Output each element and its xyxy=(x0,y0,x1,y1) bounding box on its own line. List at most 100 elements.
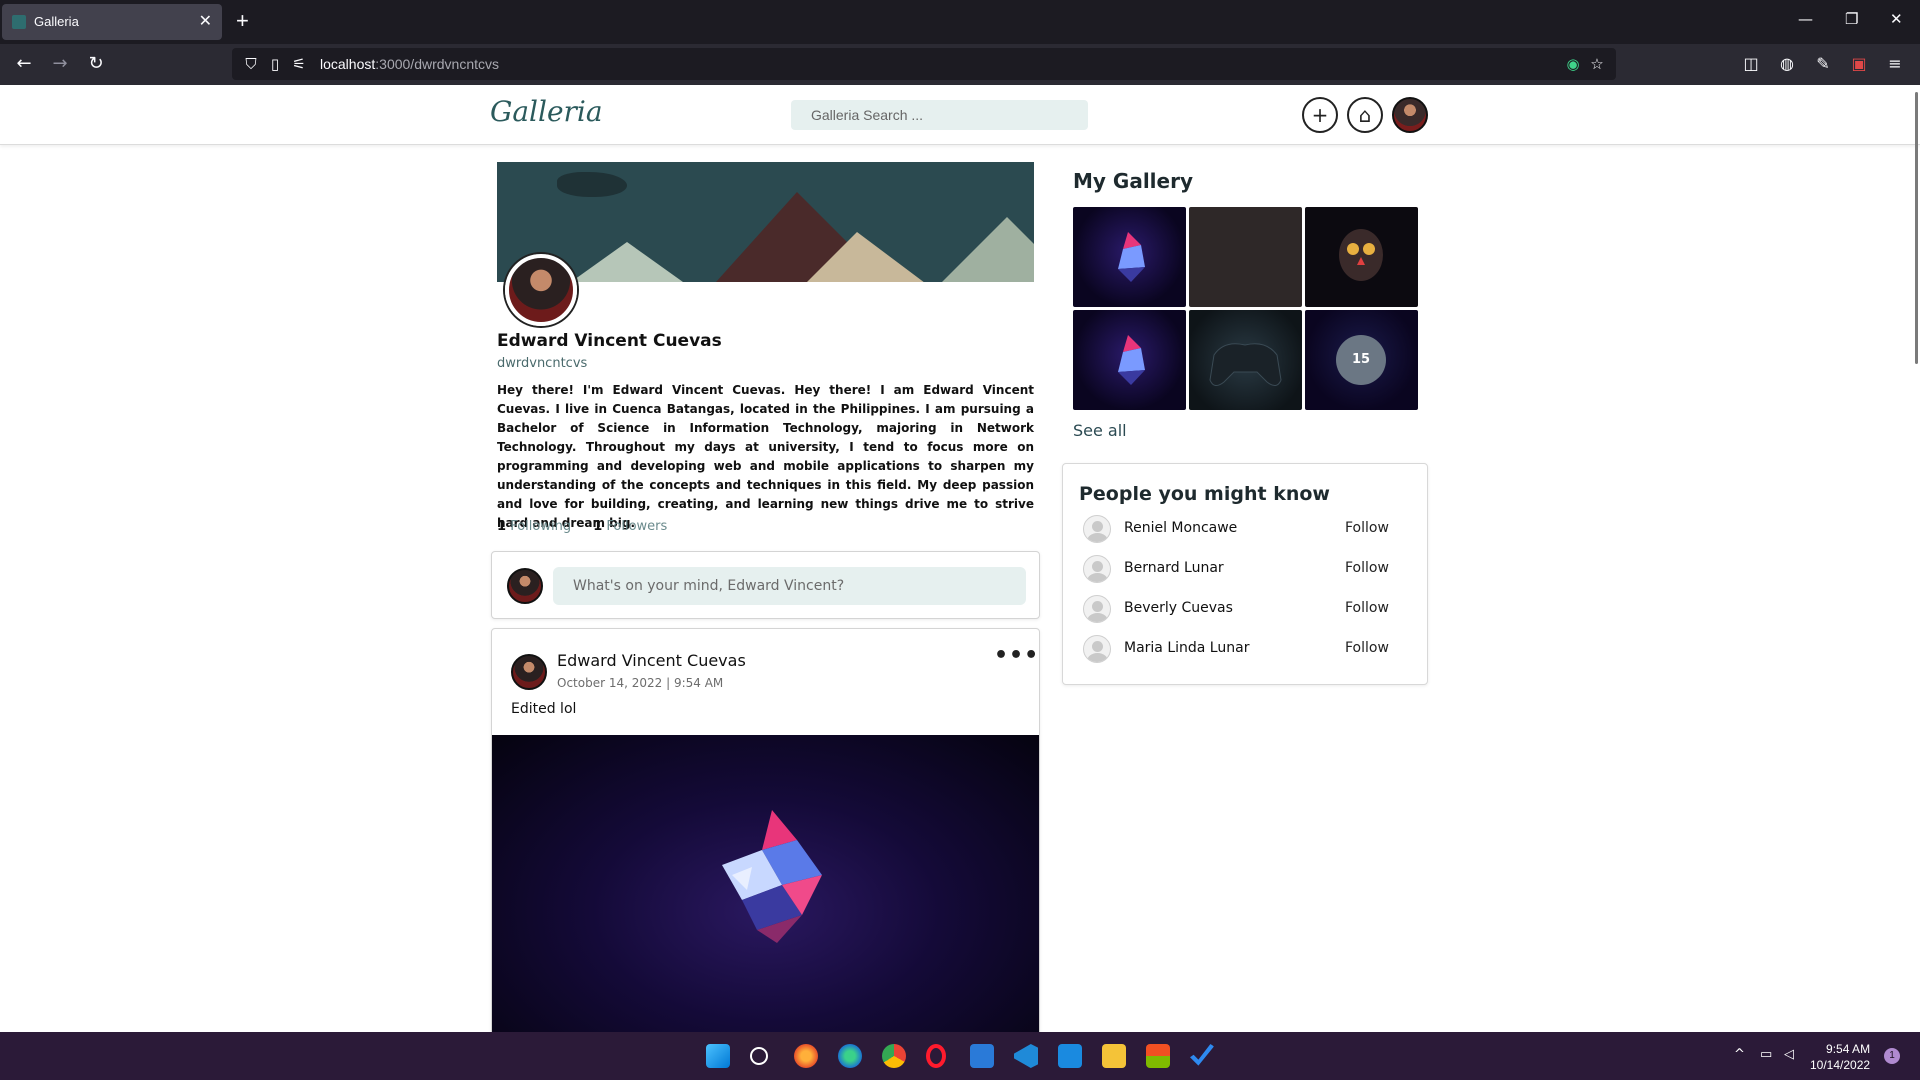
search-input[interactable] xyxy=(791,100,1088,130)
person-name[interactable]: Beverly Cuevas xyxy=(1124,600,1233,616)
profile-avatar[interactable] xyxy=(505,254,577,326)
gallery-thumbnail[interactable] xyxy=(1305,207,1418,307)
person-avatar[interactable] xyxy=(1083,635,1111,663)
person-name[interactable]: Reniel Moncawe xyxy=(1124,520,1237,536)
thumb-art xyxy=(1118,232,1145,282)
search-icon[interactable] xyxy=(750,1047,768,1065)
galleria-logo[interactable]: Galleria xyxy=(490,95,603,128)
see-all-link[interactable]: See all xyxy=(1073,421,1127,440)
home-button[interactable]: ⌂ xyxy=(1347,97,1383,133)
gallery-thumbnail[interactable] xyxy=(1073,310,1186,410)
vpn-icon[interactable]: ◍ xyxy=(1777,54,1797,73)
windows-start-icon[interactable] xyxy=(706,1044,730,1068)
home-icon: ⌂ xyxy=(1358,103,1372,127)
reload-icon[interactable]: ↻ xyxy=(84,52,108,76)
person-name[interactable]: Maria Linda Lunar xyxy=(1124,640,1249,656)
thumb-art xyxy=(1118,335,1145,385)
add-post-button[interactable]: + xyxy=(1302,97,1338,133)
composer-avatar xyxy=(507,568,543,604)
list-item: Maria Linda Lunar Follow xyxy=(1083,635,1413,665)
list-item: Reniel Moncawe Follow xyxy=(1083,515,1413,545)
clock-date: 10/14/2022 xyxy=(1810,1058,1871,1072)
cover-mountain xyxy=(797,232,937,282)
notification-badge[interactable]: 1 xyxy=(1884,1048,1900,1064)
tab-title: Galleria xyxy=(34,14,79,29)
todo-icon[interactable] xyxy=(1190,1044,1214,1066)
permissions-icon[interactable]: ⚟ xyxy=(290,55,308,73)
opera-icon[interactable] xyxy=(926,1044,946,1068)
followers-link[interactable]: Followers xyxy=(606,519,667,534)
profile-username: dwrdvncntcvs xyxy=(497,356,588,371)
plus-icon: + xyxy=(1311,103,1329,127)
gallery-grid: 15 xyxy=(1073,207,1418,410)
profile-stats: 1 Following 1 Followers xyxy=(497,519,685,534)
browser-nav-bar: ← → ↻ ⛉ ▯ ⚟ localhost:3000/dwrdvncntcvs … xyxy=(0,44,1920,85)
back-icon[interactable]: ← xyxy=(12,52,36,76)
gallery-more-tile[interactable]: 15 xyxy=(1305,310,1418,410)
person-name[interactable]: Bernard Lunar xyxy=(1124,560,1224,576)
follow-button[interactable]: Follow xyxy=(1345,560,1389,576)
store-icon[interactable] xyxy=(1146,1044,1170,1068)
post-text: Edited lol xyxy=(511,701,577,717)
post-options-icon[interactable]: ••• xyxy=(994,643,1039,668)
page-scrollbar[interactable] xyxy=(1915,92,1918,364)
people-you-might-know: People you might know Reniel Moncawe Fol… xyxy=(1062,463,1428,685)
crystal-artwork xyxy=(722,810,822,943)
follow-button[interactable]: Follow xyxy=(1345,600,1389,616)
bookmark-star-icon[interactable]: ☆ xyxy=(1588,55,1606,73)
gallery-more-count: 15 xyxy=(1336,335,1386,385)
color-picker-icon[interactable]: ✎ xyxy=(1813,54,1833,73)
post-author-avatar[interactable] xyxy=(511,654,547,690)
person-avatar[interactable] xyxy=(1083,515,1111,543)
vscode-icon[interactable] xyxy=(1014,1044,1038,1068)
volume-icon[interactable]: ◁ xyxy=(1784,1047,1794,1062)
gallery-thumbnail[interactable] xyxy=(1189,310,1302,410)
profile-name: Edward Vincent Cuevas xyxy=(497,331,722,351)
mail-icon[interactable] xyxy=(1058,1044,1082,1068)
gallery-thumbnail[interactable] xyxy=(1189,207,1302,307)
app-header: Galleria + ⌂ xyxy=(0,85,1920,145)
url-bar[interactable]: ⛉ ▯ ⚟ localhost:3000/dwrdvncntcvs ◉ ☆ xyxy=(232,48,1616,80)
browser-tab[interactable]: Galleria ✕ xyxy=(2,4,222,40)
follow-button[interactable]: Follow xyxy=(1345,520,1389,536)
firefox-icon[interactable] xyxy=(794,1044,818,1068)
chrome-icon[interactable] xyxy=(882,1044,906,1068)
favicon-icon xyxy=(12,15,26,29)
follow-button[interactable]: Follow xyxy=(1345,640,1389,656)
post-image[interactable] xyxy=(492,735,1039,1047)
post-author-name[interactable]: Edward Vincent Cuevas xyxy=(557,651,746,670)
controller-art xyxy=(1209,343,1282,386)
page-icon[interactable]: ▯ xyxy=(266,55,284,73)
person-avatar[interactable] xyxy=(1083,555,1111,583)
shield-icon[interactable]: ⛉ xyxy=(242,55,260,73)
restore-icon[interactable]: ❐ xyxy=(1845,10,1858,28)
pocket-icon[interactable]: ◫ xyxy=(1741,54,1761,73)
composer-input[interactable] xyxy=(553,567,1026,605)
url-text[interactable]: localhost:3000/dwrdvncntcvs xyxy=(320,56,499,72)
window-close-icon[interactable]: ✕ xyxy=(1890,10,1903,28)
extension-icon[interactable]: ▣ xyxy=(1849,54,1869,73)
user-avatar[interactable] xyxy=(1392,97,1428,133)
system-clock[interactable]: 9:54 AM 10/14/2022 xyxy=(1810,1041,1870,1073)
clock-time: 9:54 AM xyxy=(1826,1042,1871,1056)
gallery-thumbnail[interactable] xyxy=(1073,207,1186,307)
network-icon[interactable]: ▭ xyxy=(1760,1047,1772,1062)
forward-icon[interactable]: → xyxy=(48,52,72,76)
post-card: Edward Vincent Cuevas October 14, 2022 |… xyxy=(491,628,1040,1048)
extension-status-icon[interactable]: ◉ xyxy=(1564,55,1582,73)
cover-photo xyxy=(497,162,1034,282)
followers-count: 1 xyxy=(593,519,603,534)
following-link[interactable]: Following xyxy=(510,519,571,534)
chevron-up-icon[interactable]: ^ xyxy=(1734,1047,1745,1062)
following-count: 1 xyxy=(497,519,507,534)
new-tab-button[interactable]: + xyxy=(236,8,249,34)
file-explorer-icon[interactable] xyxy=(1102,1044,1126,1068)
app-window-icon[interactable] xyxy=(970,1044,994,1068)
edge-icon[interactable] xyxy=(838,1044,862,1068)
tab-close-icon[interactable]: ✕ xyxy=(199,11,212,30)
person-avatar[interactable] xyxy=(1083,595,1111,623)
post-date: October 14, 2022 | 9:54 AM xyxy=(557,676,724,690)
minimize-icon[interactable]: — xyxy=(1798,10,1813,28)
menu-icon[interactable]: ≡ xyxy=(1885,54,1905,73)
cover-rock xyxy=(557,172,627,197)
